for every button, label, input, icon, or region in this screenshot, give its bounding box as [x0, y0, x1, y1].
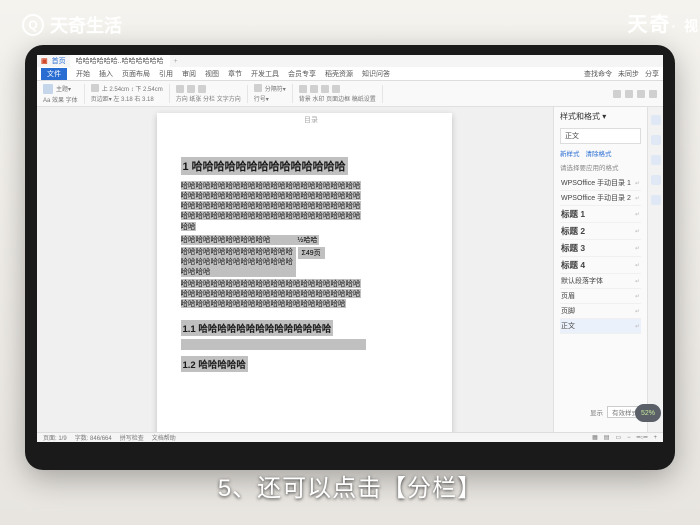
watermark-top-left: Q 天奇生活: [22, 12, 122, 38]
body-para-3[interactable]: 哈哈哈哈哈哈哈哈哈哈哈哈哈哈哈哈哈哈哈哈哈哈哈哈哈哈哈哈哈哈哈哈哈哈: [181, 247, 296, 277]
panel-hint: 请选择要应用的格式: [560, 162, 641, 172]
panel-rail: [647, 107, 663, 432]
border-icon[interactable]: [321, 85, 329, 93]
watermark-text: 天奇生活: [50, 12, 122, 38]
heading-1-2[interactable]: 1.2 哈哈哈哈哈: [181, 356, 248, 372]
rotate-icon[interactable]: [637, 90, 645, 98]
page-canvas[interactable]: 目录 1 哈哈哈哈哈哈哈哈哈哈哈哈哈哈 哈哈哈哈哈哈哈哈哈哈哈哈哈哈哈哈哈哈哈哈…: [157, 113, 452, 432]
app-logo-icon: ▣: [41, 57, 48, 65]
work-area: 目录 1 哈哈哈哈哈哈哈哈哈哈哈哈哈哈 哈哈哈哈哈哈哈哈哈哈哈哈哈哈哈哈哈哈哈哈…: [37, 107, 663, 432]
style-item[interactable]: 默认段落字体↵: [560, 274, 641, 289]
menu-bar: 文件 开始 插入 页面布局 引用 审阅 视图 章节 开发工具 会员专享 稻壳资源…: [37, 67, 663, 81]
pane-icon[interactable]: [649, 90, 657, 98]
sigma-badge[interactable]: Σ49页: [298, 247, 325, 259]
watermark-icon[interactable]: [310, 85, 318, 93]
margin-icon[interactable]: [91, 84, 99, 92]
body-para-1[interactable]: 哈哈哈哈哈哈哈哈哈哈哈哈哈哈哈哈哈哈哈哈哈哈哈哈哈哈哈哈哈哈哈哈哈哈哈哈哈哈哈哈…: [181, 181, 361, 231]
style-list: WPSOffice 手动目录 1↵WPSOffice 手动目录 2↵标题 1↵标…: [560, 176, 641, 334]
selected-strip[interactable]: [181, 339, 366, 350]
status-bar: 页面: 1/9 字数: 846/664 拼写检查 文档帮助 ▦ ▤ ▭ − ━○…: [37, 432, 663, 442]
app-screen: ▣ 首页 哈哈哈哈哈哈..哈哈哈哈哈哈 + 文件 开始 插入 页面布局 引用 审…: [37, 55, 663, 442]
body-para-4[interactable]: 哈哈哈哈哈哈哈哈哈哈哈哈哈哈哈哈哈哈哈哈哈哈哈哈哈哈哈哈哈哈哈哈哈哈哈哈哈哈哈哈…: [181, 279, 361, 308]
zoom-slider[interactable]: ━○━: [637, 434, 648, 441]
ribbon-breaks-group: 分隔符▾ 行号▾: [254, 84, 293, 103]
style-item[interactable]: 正文↵: [560, 319, 641, 334]
style-item[interactable]: 标题 1↵: [560, 206, 641, 223]
panel-title[interactable]: 样式和格式 ▾: [560, 111, 641, 122]
ruler-mark: 目录: [304, 115, 318, 125]
search-command[interactable]: 查找命令: [584, 69, 612, 79]
show-label: 显示: [590, 407, 603, 417]
menu-home[interactable]: 开始: [76, 69, 90, 79]
zoom-out-icon[interactable]: −: [627, 435, 631, 441]
new-tab-button[interactable]: +: [174, 58, 178, 65]
document-tab[interactable]: 哈哈哈哈哈哈..哈哈哈哈哈哈: [70, 55, 170, 67]
ribbon-margins-group: 上 2.54cm ↕ 下 2.54cm 页边距▾ 左 3.18 右 3.18: [91, 84, 170, 103]
watermark-top-right: 天奇· 视: [627, 8, 700, 37]
status-words[interactable]: 字数: 846/664: [75, 433, 112, 442]
rail-icon-1[interactable]: [651, 115, 661, 125]
rail-icon-3[interactable]: [651, 155, 661, 165]
sync-status[interactable]: 未同步: [618, 69, 639, 79]
heading-1-1[interactable]: 1.1 哈哈哈哈哈哈哈哈哈哈哈哈哈哈: [181, 320, 334, 336]
clear-format-link[interactable]: 清除格式: [586, 148, 612, 158]
ribbon-toolbar: 主题▾ Aa 效果 字体 上 2.54cm ↕ 下 2.54cm 页边距▾ 左 …: [37, 81, 663, 107]
menu-references[interactable]: 引用: [159, 69, 173, 79]
align-icon[interactable]: [613, 90, 621, 98]
menu-insert[interactable]: 插入: [99, 69, 113, 79]
style-item[interactable]: WPSOffice 手动目录 1↵: [560, 176, 641, 191]
ribbon-orient-group: 方向 纸张 分栏 文字方向: [176, 85, 248, 103]
style-item[interactable]: 标题 4↵: [560, 257, 641, 274]
theme-icon[interactable]: [43, 84, 53, 94]
group-icon[interactable]: [625, 90, 633, 98]
menu-file[interactable]: 文件: [41, 68, 67, 80]
zoom-in-icon[interactable]: +: [653, 435, 657, 441]
document-viewport[interactable]: 目录 1 哈哈哈哈哈哈哈哈哈哈哈哈哈哈 哈哈哈哈哈哈哈哈哈哈哈哈哈哈哈哈哈哈哈哈…: [55, 107, 553, 432]
view-mode-3-icon[interactable]: ▭: [615, 434, 621, 441]
menu-chapter[interactable]: 章节: [228, 69, 242, 79]
orientation-icon[interactable]: [176, 85, 184, 93]
style-item[interactable]: WPSOffice 手动目录 2↵: [560, 191, 641, 206]
status-spell[interactable]: 拼写检查: [120, 433, 144, 442]
style-item[interactable]: 标题 3↵: [560, 240, 641, 257]
monitor-frame: ▣ 首页 哈哈哈哈哈哈..哈哈哈哈哈哈 + 文件 开始 插入 页面布局 引用 审…: [25, 45, 675, 470]
ribbon-theme-group: 主题▾ Aa 效果 字体: [43, 84, 85, 104]
menu-layout[interactable]: 页面布局: [122, 69, 150, 79]
style-item[interactable]: 页脚↵: [560, 304, 641, 319]
size-icon[interactable]: [187, 85, 195, 93]
rail-icon-2[interactable]: [651, 135, 661, 145]
current-style-box[interactable]: 正文: [560, 128, 641, 144]
style-item[interactable]: 标题 2↵: [560, 223, 641, 240]
menu-vip[interactable]: 会员专享: [288, 69, 316, 79]
zoom-bubble[interactable]: 52%: [635, 404, 661, 422]
left-gutter: [37, 107, 55, 432]
menu-devtools[interactable]: 开发工具: [251, 69, 279, 79]
rail-icon-5[interactable]: [651, 195, 661, 205]
break-icon[interactable]: [254, 84, 262, 92]
watermark-icon: Q: [22, 14, 44, 36]
status-help[interactable]: 文档帮助: [152, 433, 176, 442]
menu-review[interactable]: 审阅: [182, 69, 196, 79]
subtitle-caption: 5、还可以点击【分栏】: [0, 468, 700, 503]
menu-resources[interactable]: 稻壳资源: [325, 69, 353, 79]
fraction-badge[interactable]: ½哈哈: [296, 235, 320, 245]
window-titlebar: ▣ 首页 哈哈哈哈哈哈..哈哈哈哈哈哈 +: [37, 55, 663, 67]
share-button[interactable]: 分享: [645, 69, 659, 79]
menu-knowledge[interactable]: 知识问答: [362, 69, 390, 79]
styles-panel: 样式和格式 ▾ 正文 新样式 清除格式 请选择要应用的格式 WPSOffice …: [553, 107, 663, 432]
home-tab[interactable]: 首页: [52, 56, 66, 66]
view-mode-1-icon[interactable]: ▦: [592, 434, 598, 441]
heading-1[interactable]: 1 哈哈哈哈哈哈哈哈哈哈哈哈哈哈: [181, 157, 348, 175]
columns-icon[interactable]: [198, 85, 206, 93]
linenum-icon[interactable]: [332, 85, 340, 93]
new-style-link[interactable]: 新样式: [560, 148, 580, 158]
bg-icon[interactable]: [299, 85, 307, 93]
style-item[interactable]: 页眉↵: [560, 289, 641, 304]
rail-icon-4[interactable]: [651, 175, 661, 185]
ribbon-bg-group: 背景 水印 页面边框 稿纸设置: [299, 85, 383, 103]
menu-view[interactable]: 视图: [205, 69, 219, 79]
view-mode-2-icon[interactable]: ▤: [604, 434, 610, 441]
body-para-2[interactable]: 哈哈哈哈哈哈哈哈哈哈哈哈: [181, 235, 296, 245]
status-page[interactable]: 页面: 1/9: [43, 433, 67, 442]
